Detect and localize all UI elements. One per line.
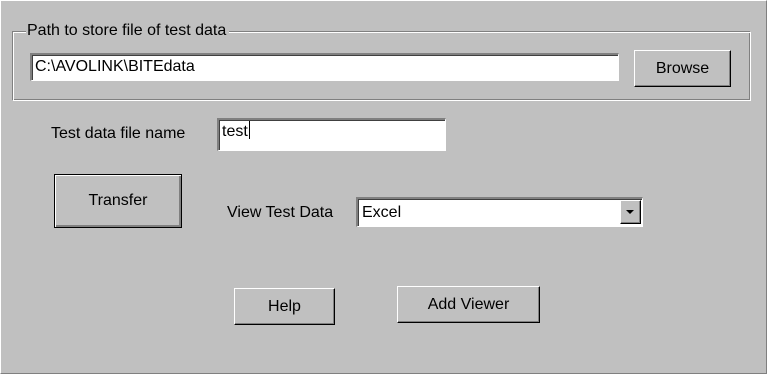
file-name-field[interactable]: test xyxy=(217,118,446,151)
transfer-button[interactable]: Transfer xyxy=(54,174,182,228)
add-viewer-button[interactable]: Add Viewer xyxy=(397,286,540,323)
view-test-data-select[interactable]: Excel xyxy=(356,197,643,227)
view-test-data-label: View Test Data xyxy=(227,204,334,221)
file-name-value: test xyxy=(222,123,248,140)
chevron-down-icon[interactable] xyxy=(620,200,641,224)
test-data-dialog: Path to store file of test data C:\AVOLI… xyxy=(0,0,767,374)
browse-button[interactable]: Browse xyxy=(634,50,731,87)
view-test-data-selected: Excel xyxy=(362,204,402,221)
help-button[interactable]: Help xyxy=(234,288,335,325)
path-groupbox-legend: Path to store file of test data xyxy=(26,21,230,41)
file-name-label: Test data file name xyxy=(51,125,186,142)
text-caret xyxy=(248,121,250,139)
path-field[interactable]: C:\AVOLINK\BITEdata xyxy=(30,53,619,81)
